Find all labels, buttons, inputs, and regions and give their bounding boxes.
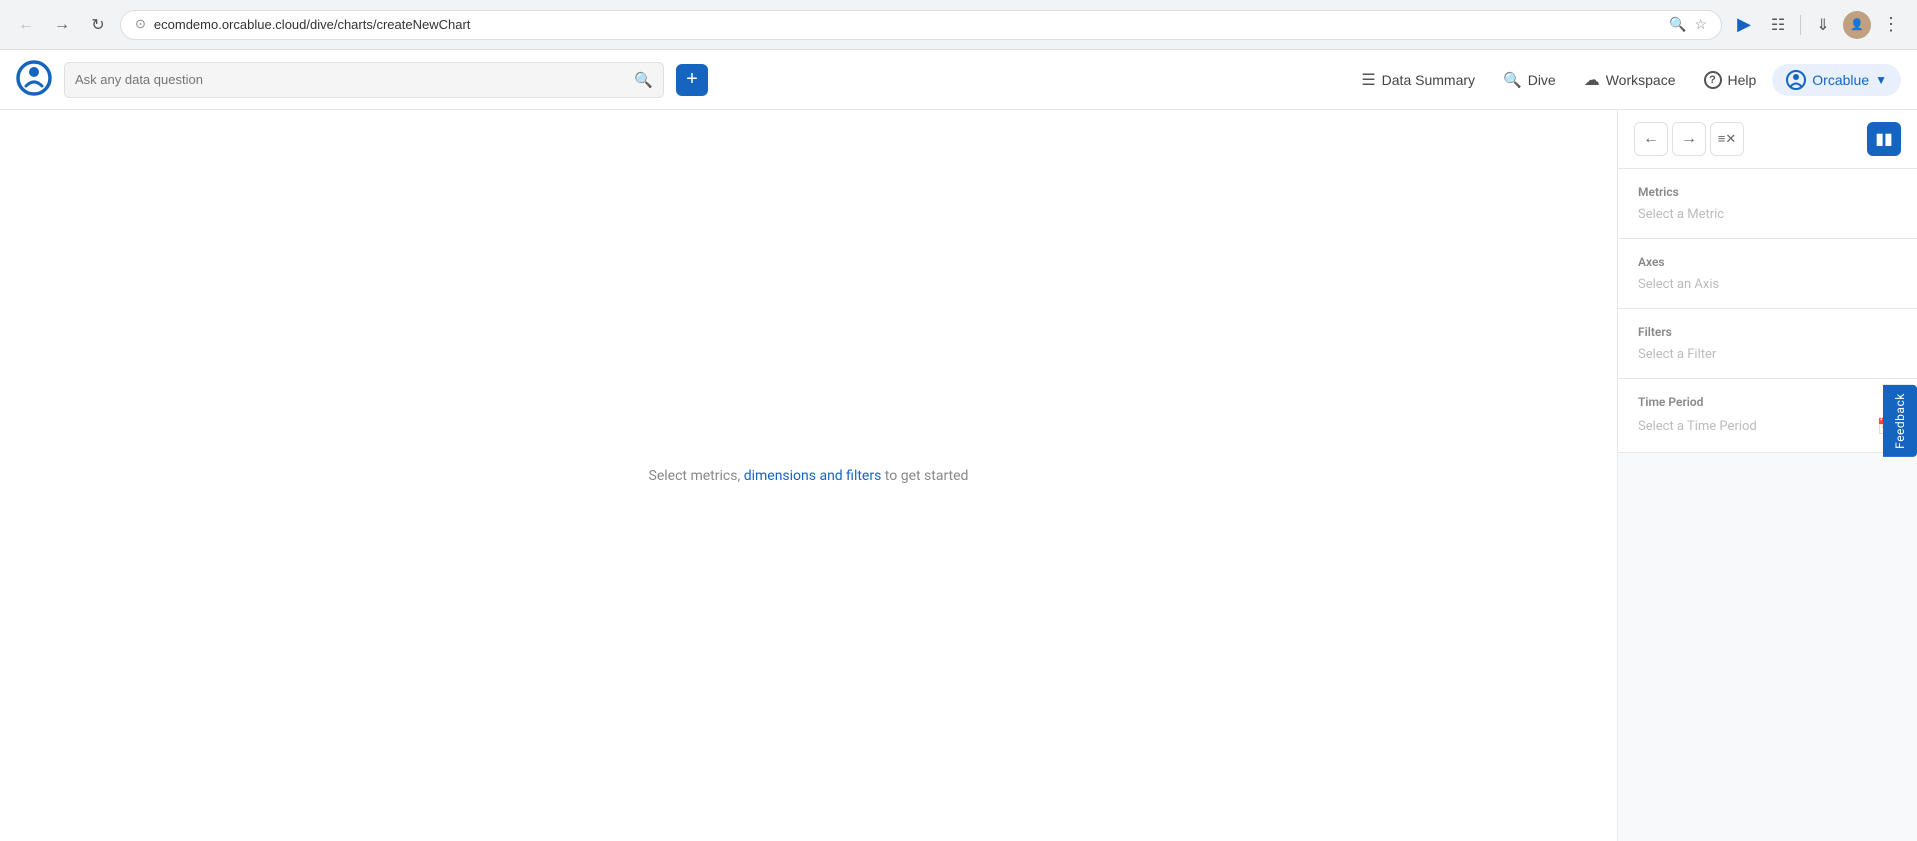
nav-workspace[interactable]: ☁ Workspace [1572,64,1688,96]
canvas-message-tail: to get started [881,468,968,484]
browser-menu-btn[interactable]: ⋮ [1877,11,1905,39]
metrics-label: Metrics [1638,185,1897,199]
canvas-message-link[interactable]: dimensions and filters [744,468,882,484]
address-icon: ⊙ [135,17,146,32]
address-search-icon: 🔍 [1669,17,1686,33]
right-panel: ← → ≡✕ ▮▮ Metrics Select a Metric [1617,110,1917,841]
add-icon: + [686,68,698,91]
canvas-message: Select metrics, dimensions and filters t… [649,468,969,484]
orcablue-logo-icon [1786,70,1806,90]
data-summary-icon: ☰ [1361,70,1375,90]
time-period-select[interactable]: Select a Time Period [1638,419,1757,434]
nav-links: ☰ Data Summary 🔍 Dive ☁ Workspace ? Help [1349,64,1901,96]
browser-reload-btn[interactable]: ↻ [84,11,112,39]
browser-action-btn[interactable]: ▶ [1730,11,1758,39]
address-star-icon[interactable]: ☆ [1694,17,1707,33]
orcablue-dropdown-icon: ▼ [1875,73,1887,87]
time-period-label: Time Period [1638,395,1897,409]
address-input[interactable] [154,17,1661,32]
filters-select[interactable]: Select a Filter [1638,347,1897,362]
panel-back-btn[interactable]: ← [1634,122,1668,156]
feedback-tab[interactable]: Feedback [1883,385,1917,457]
logo[interactable] [16,60,52,100]
browser-forward-btn[interactable]: → [48,11,76,39]
user-avatar[interactable]: 👤 [1843,11,1871,39]
time-period-row: Select a Time Period 📅 [1638,417,1897,436]
browser-extensions-btn[interactable]: ☷ [1764,11,1792,39]
metrics-select[interactable]: Select a Metric [1638,207,1897,222]
add-button[interactable]: + [676,64,708,96]
panel-clear-btn[interactable]: ≡✕ [1710,122,1744,156]
search-icon: 🔍 [634,71,653,89]
feedback-wrapper: Feedback [1883,385,1917,457]
workspace-icon: ☁ [1584,70,1600,90]
panel-toolbar: ← → ≡✕ ▮▮ [1618,110,1917,169]
nav-dive-label: Dive [1528,72,1556,88]
filters-label: Filters [1638,325,1897,339]
panel-section-time-period: Time Period Select a Time Period 📅 [1618,379,1917,453]
browser-back-btn[interactable]: ← [12,11,40,39]
canvas-area: Select metrics, dimensions and filters t… [0,110,1617,841]
panel-forward-icon: → [1681,130,1697,148]
panel-pause-icon: ▮▮ [1875,129,1893,149]
browser-chrome: ← → ↻ ⊙ 🔍 ☆ ▶ ☷ ⇓ 👤 ⋮ [0,0,1917,50]
dive-icon: 🔍 [1503,71,1522,89]
app-container: 🔍 + ☰ Data Summary 🔍 Dive ☁ Workspace ? … [0,50,1917,841]
panel-sections: Metrics Select a Metric Axes Select an A… [1618,169,1917,841]
search-bar: 🔍 [64,62,664,98]
panel-clear-icon: ≡✕ [1718,131,1736,147]
canvas-message-plain: Select metrics, [649,468,744,484]
nav-data-summary-label: Data Summary [1382,72,1475,88]
browser-download-btn[interactable]: ⇓ [1809,11,1837,39]
main-content: Select metrics, dimensions and filters t… [0,110,1917,841]
panel-section-filters: Filters Select a Filter [1618,309,1917,379]
orcablue-dropdown-btn[interactable]: Orcablue ▼ [1772,64,1901,96]
panel-forward-btn[interactable]: → [1672,122,1706,156]
panel-section-axes: Axes Select an Axis [1618,239,1917,309]
axes-select[interactable]: Select an Axis [1638,277,1897,292]
nav-help[interactable]: ? Help [1692,65,1769,95]
panel-pause-btn[interactable]: ▮▮ [1867,122,1901,156]
nav-data-summary[interactable]: ☰ Data Summary [1349,64,1487,96]
top-nav: 🔍 + ☰ Data Summary 🔍 Dive ☁ Workspace ? … [0,50,1917,110]
browser-right-icons: ▶ ☷ ⇓ 👤 ⋮ [1730,11,1905,39]
orcablue-label: Orcablue [1812,72,1869,88]
axes-label: Axes [1638,255,1897,269]
nav-workspace-label: Workspace [1606,72,1676,88]
nav-help-label: Help [1728,72,1757,88]
panel-back-icon: ← [1643,130,1659,148]
help-icon: ? [1704,71,1722,89]
panel-section-metrics: Metrics Select a Metric [1618,169,1917,239]
address-bar: ⊙ 🔍 ☆ [120,10,1722,40]
nav-dive[interactable]: 🔍 Dive [1491,65,1568,95]
divider [1800,15,1801,35]
search-input[interactable] [75,72,626,87]
